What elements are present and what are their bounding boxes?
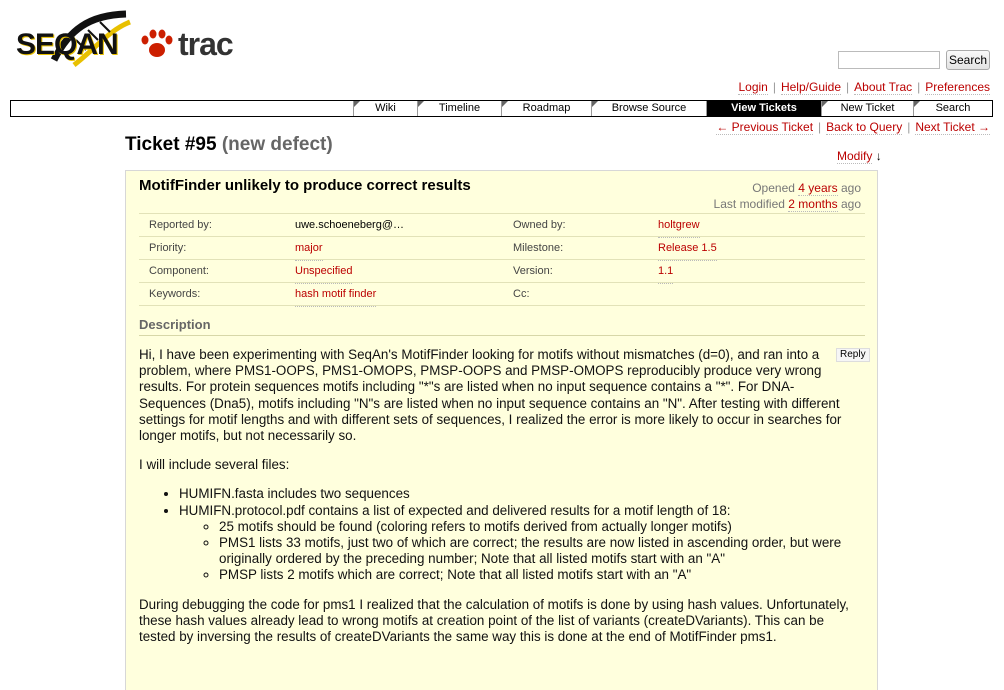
logo-seqan-text: SEQAN bbox=[16, 28, 119, 61]
keywords-link[interactable]: hash motif finder bbox=[295, 283, 377, 307]
version-label: Version: bbox=[513, 265, 553, 277]
ticket-box: MotifFinder unlikely to produce correct … bbox=[125, 170, 878, 690]
list-item: HUMIFN.protocol.pdf contains a list of e… bbox=[179, 503, 861, 584]
milestone-link[interactable]: Release 1.5 bbox=[658, 237, 717, 261]
reported-by-label: Reported by: bbox=[149, 219, 212, 231]
tab-timeline[interactable]: Timeline bbox=[417, 101, 501, 116]
prop-row: Component: Unspecified Version: 1.1 bbox=[139, 260, 865, 284]
login-link[interactable]: Login bbox=[738, 80, 768, 95]
component-label: Component: bbox=[149, 265, 209, 277]
previous-ticket-link[interactable]: ← Previous Ticket bbox=[716, 120, 814, 135]
ticket-status: (new defect) bbox=[221, 134, 333, 155]
list-item: PMSP lists 2 motifs which are correct; N… bbox=[219, 567, 861, 583]
opened-date-link[interactable]: 4 years bbox=[798, 181, 838, 196]
owned-by-label: Owned by: bbox=[513, 219, 566, 231]
ticket-heading: Ticket #95 (new defect) bbox=[125, 134, 333, 156]
milestone-label: Milestone: bbox=[513, 242, 564, 254]
tab-new-ticket-label: New Ticket bbox=[840, 102, 895, 114]
keywords-label: Keywords: bbox=[149, 288, 201, 300]
description-paragraph: During debugging the code for pms1 I rea… bbox=[139, 596, 849, 645]
tab-roadmap-label: Roadmap bbox=[522, 102, 571, 114]
main-nav: Wiki Timeline Roadmap Browse Source View… bbox=[10, 100, 993, 117]
priority-link[interactable]: major bbox=[295, 237, 323, 261]
tab-roadmap[interactable]: Roadmap bbox=[501, 101, 591, 116]
description-divider bbox=[139, 335, 865, 336]
paw-icon bbox=[141, 29, 173, 57]
help-guide-link[interactable]: Help/Guide bbox=[780, 80, 842, 95]
search-button[interactable]: Search bbox=[946, 50, 990, 70]
tab-timeline-label: Timeline bbox=[438, 102, 481, 114]
modify-link[interactable]: Modify ↓ bbox=[837, 149, 882, 164]
prop-row: Reported by: uwe.schoeneberg@… Owned by:… bbox=[139, 214, 865, 238]
modified-date-link[interactable]: 2 months bbox=[788, 197, 838, 212]
tab-wiki-label: Wiki bbox=[375, 102, 396, 114]
seqan-trac-logo[interactable]: SEQAN trac bbox=[14, 10, 234, 70]
list-item: 25 motifs should be found (coloring refe… bbox=[219, 519, 861, 535]
back-to-query-link[interactable]: Back to Query bbox=[826, 120, 903, 135]
tab-new-ticket[interactable]: New Ticket bbox=[821, 101, 913, 116]
owned-by-link[interactable]: holtgrew bbox=[658, 214, 700, 238]
opened-date: Opened 4 years ago bbox=[752, 181, 861, 196]
prop-row: Keywords: hash motif finder Cc: bbox=[139, 283, 865, 307]
tab-browse-source[interactable]: Browse Source bbox=[591, 101, 706, 116]
sub-list: 25 motifs should be found (coloring refe… bbox=[179, 519, 861, 584]
about-trac-link[interactable]: About Trac bbox=[854, 80, 913, 95]
ticket-description: Hi, I have been experimenting with SeqAn… bbox=[139, 347, 861, 658]
version-link[interactable]: 1.1 bbox=[658, 260, 674, 284]
ticket-properties: Reported by: uwe.schoeneberg@… Owned by:… bbox=[139, 213, 865, 307]
list-item: PMS1 lists 33 motifs, just two of which … bbox=[219, 535, 861, 567]
tab-search[interactable]: Search bbox=[913, 101, 992, 116]
ticket-number: Ticket #95 bbox=[125, 134, 217, 155]
tab-view-tickets[interactable]: View Tickets bbox=[706, 101, 821, 116]
priority-label: Priority: bbox=[149, 242, 187, 254]
tab-wiki[interactable]: Wiki bbox=[353, 101, 417, 116]
description-paragraph: I will include several files: bbox=[139, 457, 290, 473]
arrow-down-icon: ↓ bbox=[875, 149, 882, 163]
preferences-link[interactable]: Preferences bbox=[925, 80, 990, 95]
reported-by-value: uwe.schoeneberg@… bbox=[295, 219, 405, 231]
meta-nav: Login | Help/Guide | About Trac | Preferences bbox=[738, 80, 990, 95]
description-paragraph: Hi, I have been experimenting with SeqAn… bbox=[139, 347, 842, 444]
ticket-context-nav: ← Previous Ticket | Back to Query | Next Tic… bbox=[716, 120, 990, 135]
description-heading: Description bbox=[139, 317, 211, 332]
list-item: HUMIFN.fasta includes two sequences bbox=[179, 486, 861, 502]
ticket-summary: MotifFinder unlikely to produce correct … bbox=[139, 177, 471, 194]
next-ticket-link[interactable]: Next Ticket → bbox=[915, 120, 990, 135]
search-input[interactable] bbox=[838, 51, 940, 69]
tab-browse-source-label: Browse Source bbox=[611, 102, 687, 114]
file-list: HUMIFN.fasta includes two sequences HUMI… bbox=[139, 486, 861, 583]
modified-date: Last modified 2 months ago bbox=[713, 197, 861, 212]
prop-row: Priority: major Milestone: Release 1.5 bbox=[139, 237, 865, 261]
cc-label: Cc: bbox=[513, 288, 530, 300]
tab-view-tickets-label: View Tickets bbox=[731, 102, 797, 114]
tab-search-label: Search bbox=[935, 102, 971, 114]
modify-link-label[interactable]: Modify bbox=[837, 149, 873, 164]
ticket-dates: Opened 4 years ago Last modified 2 month… bbox=[714, 180, 861, 212]
logo-trac-text: trac bbox=[178, 26, 234, 62]
component-link[interactable]: Unspecified bbox=[295, 260, 353, 284]
